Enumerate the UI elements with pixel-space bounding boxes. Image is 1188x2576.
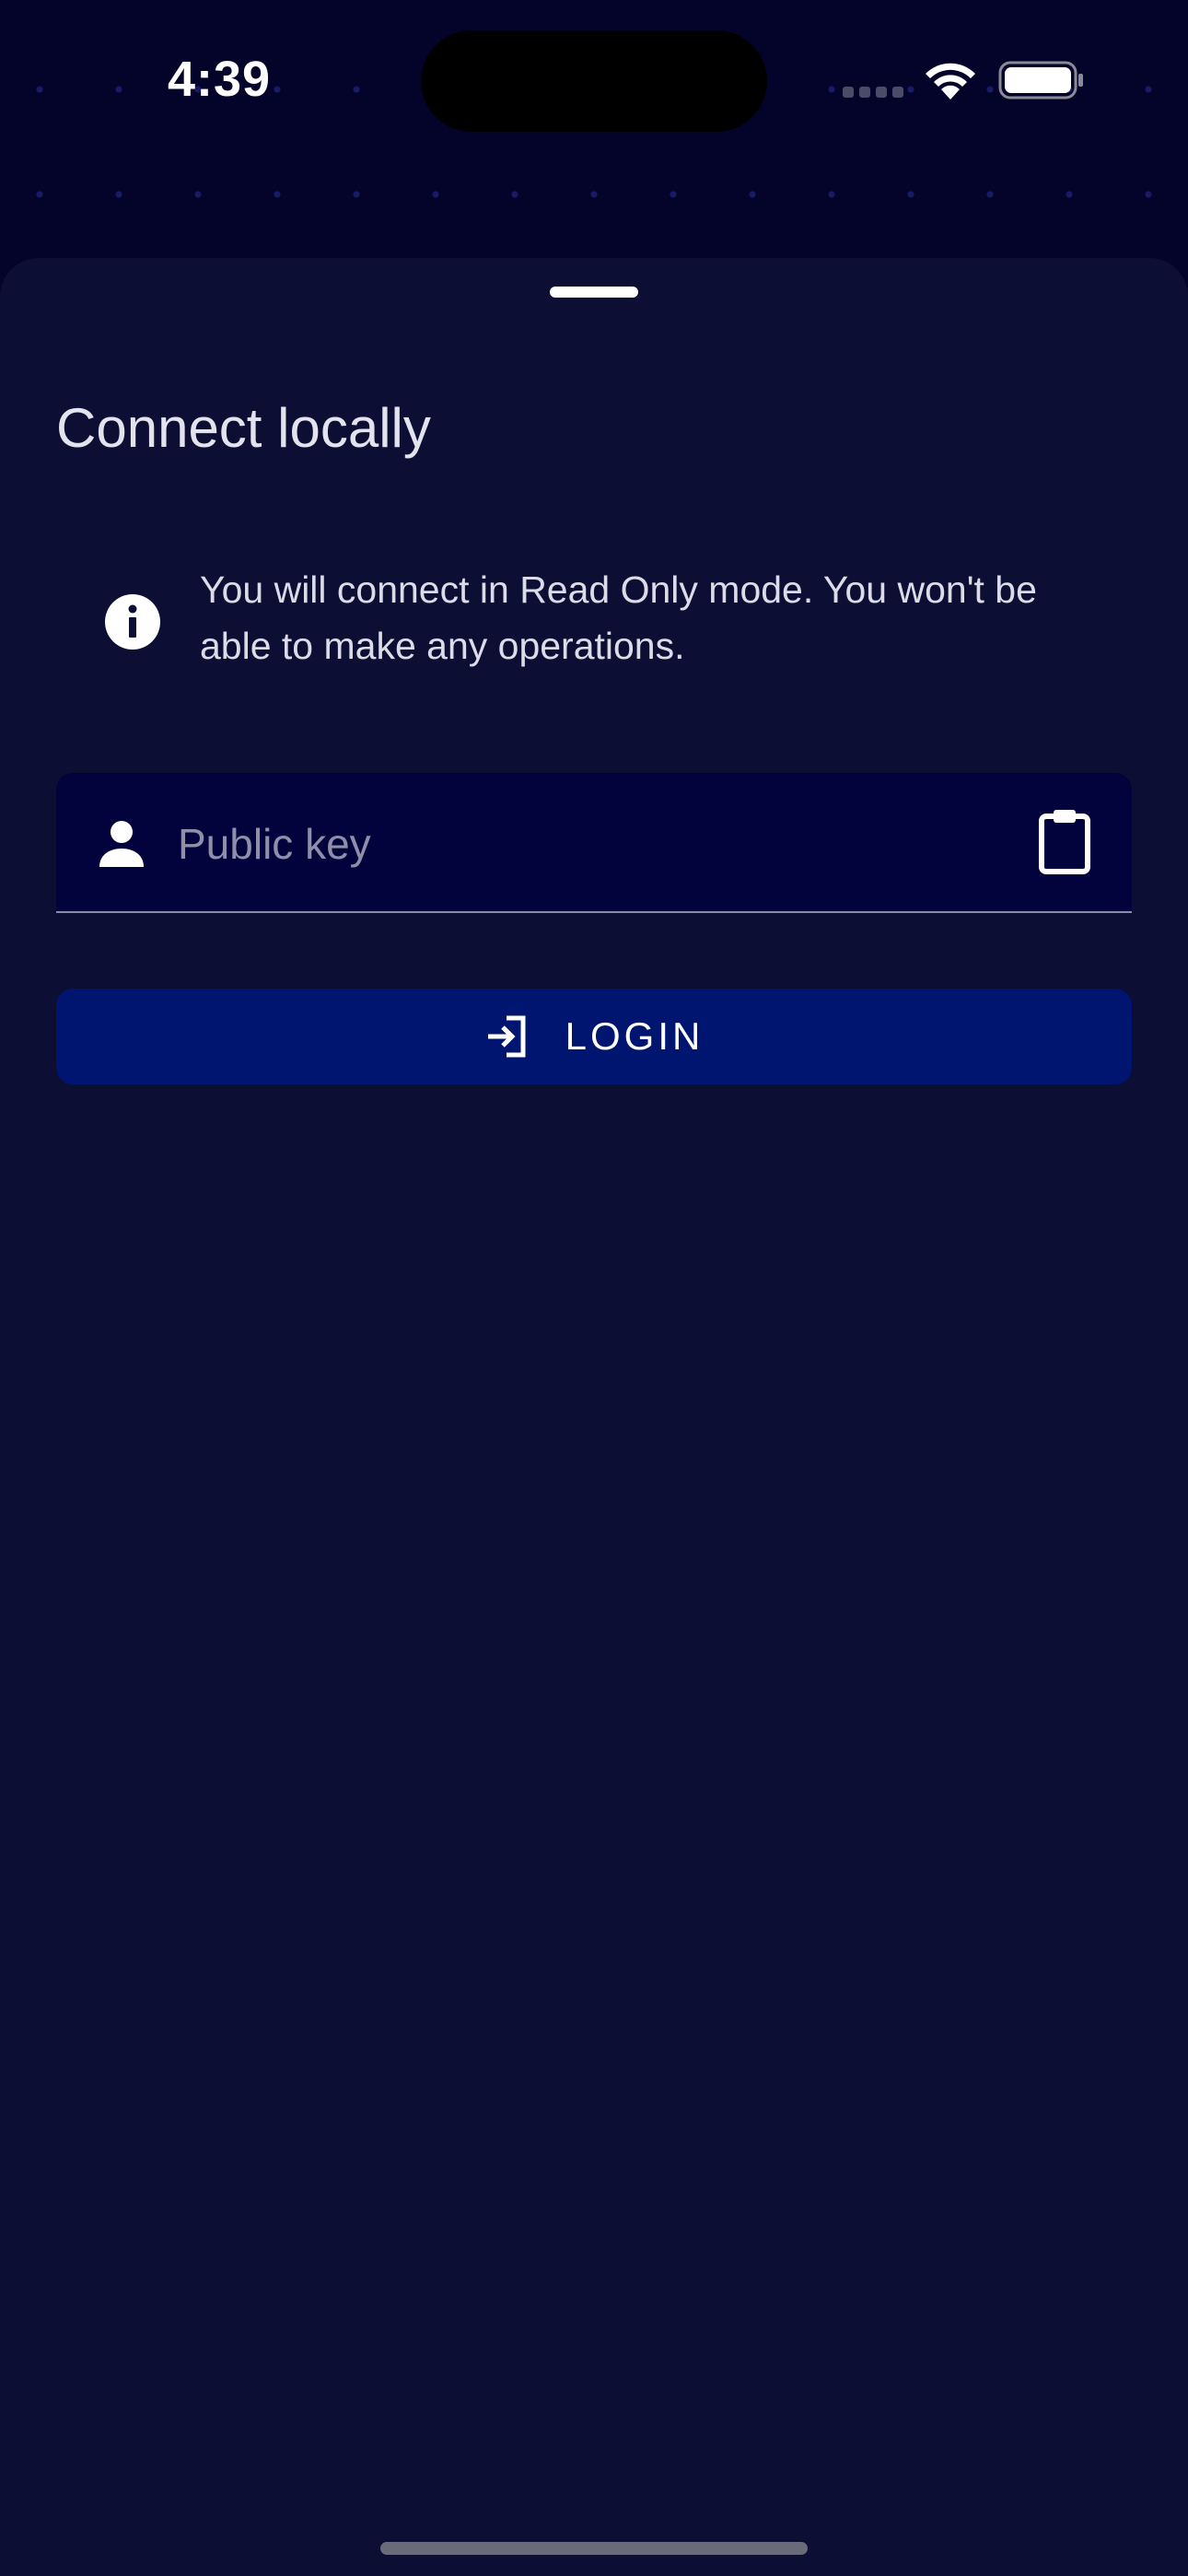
home-indicator[interactable]: [380, 2542, 808, 2555]
public-key-input[interactable]: Public key: [178, 819, 371, 869]
info-icon: [105, 594, 160, 650]
status-time: 4:39: [168, 52, 272, 107]
person-icon: [99, 821, 144, 867]
info-message: You will connect in Read Only mode. You …: [200, 568, 1037, 667]
login-button[interactable]: LOGIN: [56, 989, 1132, 1084]
battery-icon: [998, 61, 1083, 100]
dynamic-island: [421, 30, 767, 132]
sheet-drag-handle[interactable]: [550, 287, 638, 298]
bottom-sheet: Connect locally You will connect in Read…: [0, 258, 1188, 2576]
wifi-icon: [926, 63, 975, 100]
public-key-field[interactable]: Public key: [56, 773, 1132, 913]
login-icon: [487, 1015, 526, 1058]
read-only-info-banner: You will connect in Read Only mode. You …: [56, 562, 1132, 691]
cellular-signal-icon: [843, 87, 905, 100]
status-bar: 4:39: [0, 0, 1188, 157]
login-button-label: LOGIN: [565, 1014, 705, 1058]
sheet-title: Connect locally: [56, 397, 431, 459]
clipboard-icon[interactable]: [1038, 808, 1091, 874]
app-screen: 4:39 Connect locally You will connect in…: [0, 0, 1188, 2576]
